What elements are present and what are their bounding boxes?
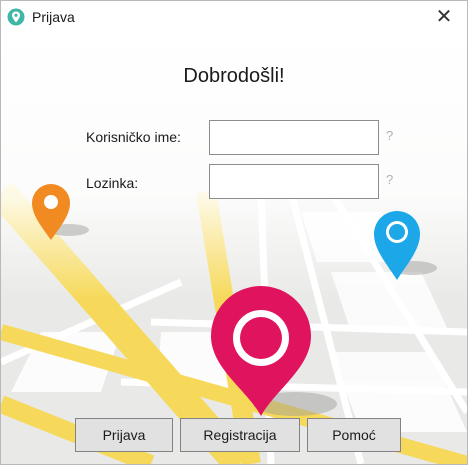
map-pin-icon	[7, 8, 25, 26]
login-button[interactable]: Prijava	[75, 418, 173, 452]
password-help-icon[interactable]: ?	[386, 172, 393, 187]
password-label: Lozinka:	[86, 175, 139, 191]
close-button[interactable]: ✕	[431, 4, 457, 30]
register-button[interactable]: Registracija	[180, 418, 300, 452]
welcome-heading: Dobrodošli!	[183, 65, 285, 87]
window-title: Prijava	[32, 9, 75, 25]
password-field[interactable]	[209, 164, 379, 199]
username-help-icon[interactable]: ?	[386, 128, 393, 143]
username-label: Korisničko ime:	[86, 129, 181, 145]
help-button[interactable]: Pomoć	[307, 418, 401, 452]
login-window: Prijava ✕ Dobrodošli! Korisničko ime: ? …	[0, 0, 468, 465]
username-field[interactable]	[209, 120, 379, 155]
close-icon: ✕	[435, 6, 453, 28]
title-bar: Prijava ✕	[1, 1, 467, 32]
map-background	[1, 32, 467, 464]
